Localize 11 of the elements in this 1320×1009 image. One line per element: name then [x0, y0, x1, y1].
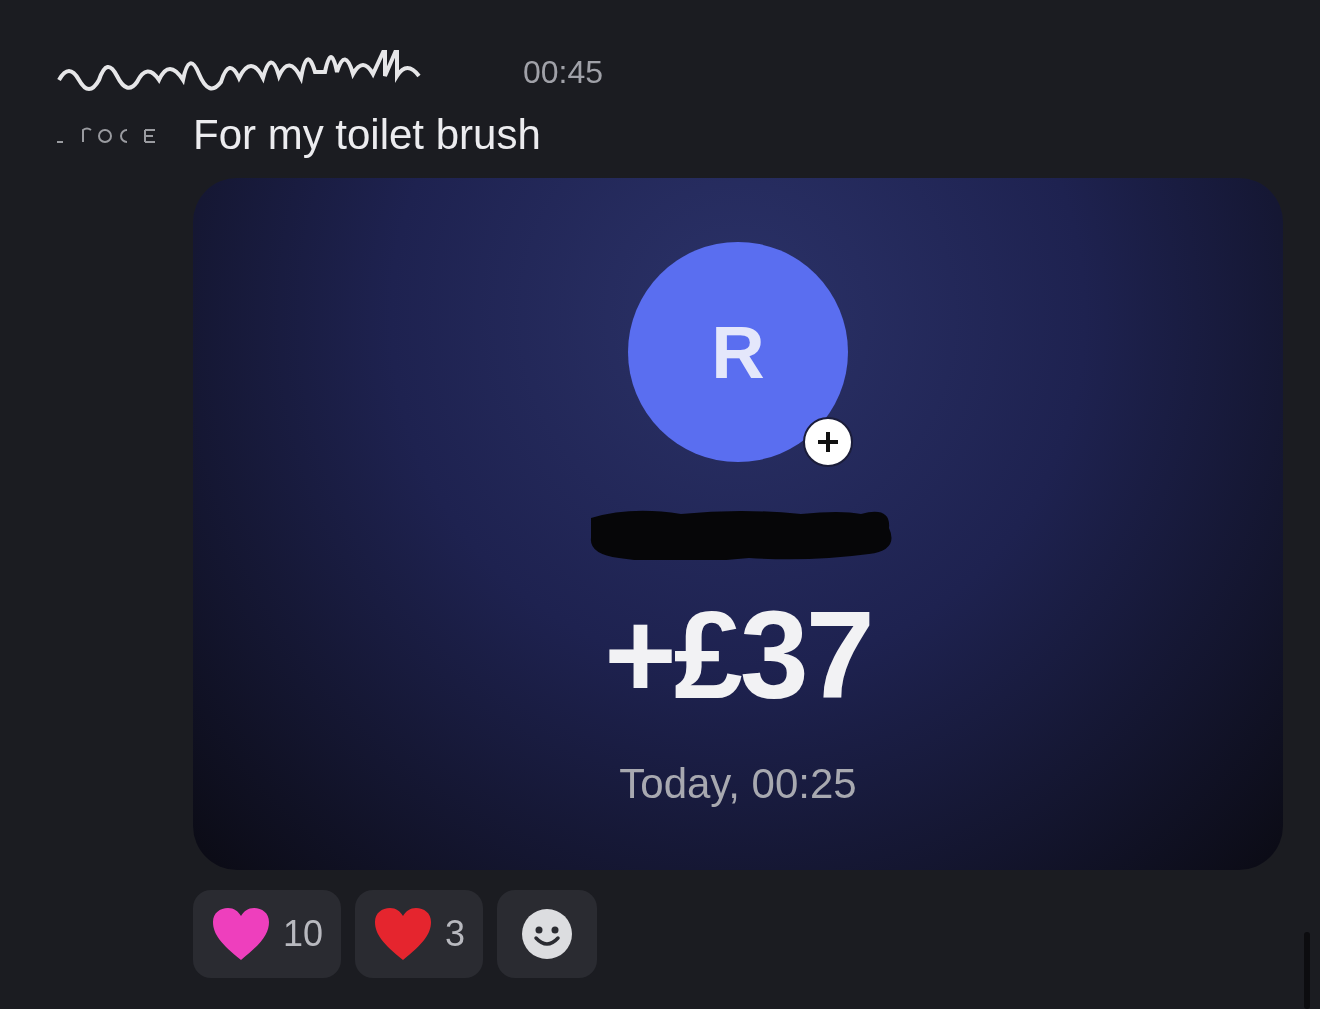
smiley-icon: [521, 908, 574, 960]
plus-icon[interactable]: [803, 417, 853, 467]
reaction-pill[interactable]: 3: [355, 890, 484, 978]
message-text: For my toilet brush: [193, 110, 542, 160]
add-reaction-button[interactable]: [497, 890, 598, 978]
payment-card[interactable]: R +£37 Today, 00:25: [193, 178, 1283, 870]
transaction-date: Today, 00:25: [619, 760, 857, 808]
amount: +£37: [604, 590, 872, 720]
reaction-pill[interactable]: 10: [193, 890, 342, 978]
timestamp: 00:45: [523, 53, 604, 91]
avatar: R: [628, 242, 848, 462]
